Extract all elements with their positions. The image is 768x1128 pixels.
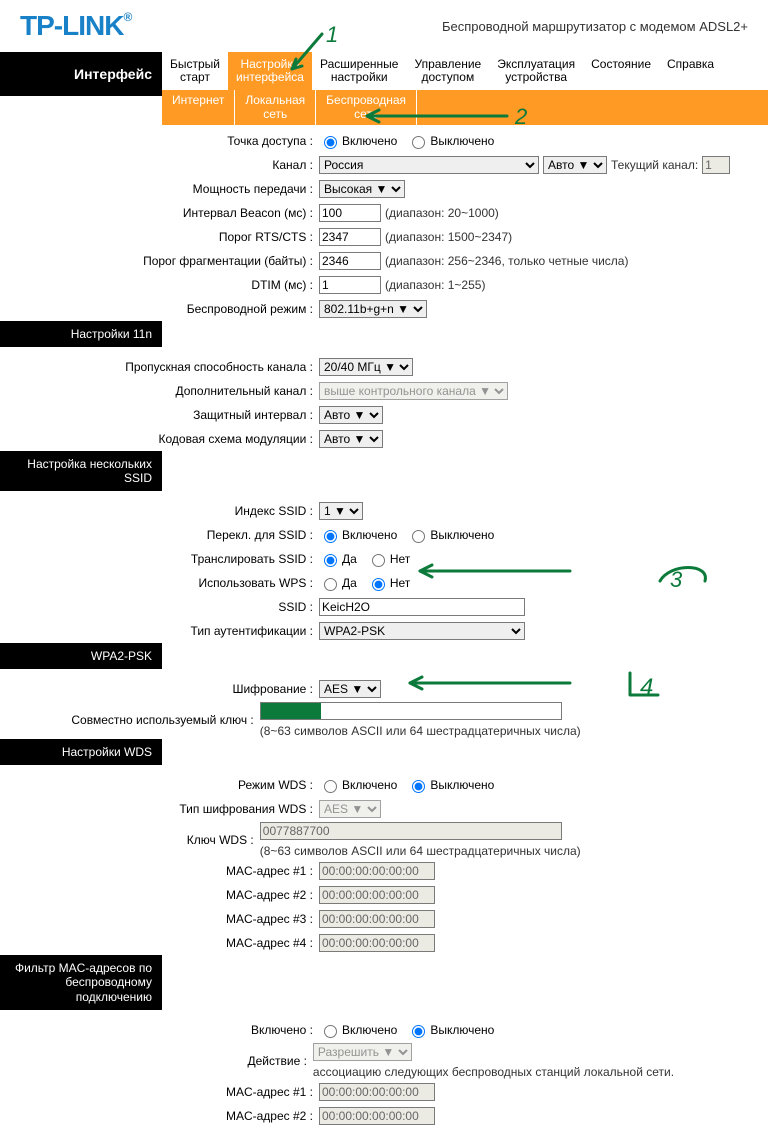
wds-mac2-input <box>319 886 435 904</box>
nav-interface-setup[interactable]: Настройка интерфейса <box>228 52 312 90</box>
label-ssid: SSID : <box>0 600 319 614</box>
label-use-wps: Использовать WPS : <box>0 576 319 590</box>
guard-interval-select[interactable]: Авто ▼ <box>319 406 383 424</box>
label-access-point: Точка доступа : <box>0 134 319 148</box>
label-mf-mac2: MAC-адрес #2 : <box>0 1109 319 1123</box>
label-mf-mac1: MAC-адрес #1 : <box>0 1085 319 1099</box>
wds-key-input <box>260 822 562 840</box>
section-wpa2psk: WPA2-PSK <box>0 643 162 669</box>
ap-on-radio[interactable] <box>324 136 337 149</box>
bandwidth-select[interactable]: 20/40 МГц ▼ <box>319 358 413 376</box>
wds-mac1-input <box>319 862 435 880</box>
frag-input[interactable] <box>319 252 381 270</box>
beacon-input[interactable] <box>319 204 381 222</box>
label-mf-enabled: Включено : <box>0 1023 319 1037</box>
subnav-lan[interactable]: Локальная сеть <box>235 90 316 124</box>
section-mac-filter: Фильтр MAC-адресов по беспроводному подк… <box>0 955 162 1010</box>
ap-off-radio[interactable] <box>412 136 425 149</box>
section-11n: Настройки 11n <box>0 321 162 347</box>
broadcast-yes[interactable] <box>324 554 337 567</box>
encryption-select[interactable]: AES ▼ <box>319 680 381 698</box>
label-rts: Порог RTS/CTS : <box>0 230 319 244</box>
label-wireless-mode: Беспроводной режим : <box>0 302 319 316</box>
sub-nav: Интернет Локальная сеть Беспроводная сет… <box>162 90 768 124</box>
wds-mac3-input <box>319 910 435 928</box>
channel-select[interactable]: Авто ▼ <box>543 156 607 174</box>
label-dtim: DTIM (мс) : <box>0 278 319 292</box>
label-wds-mac1: MAC-адрес #1 : <box>0 864 319 878</box>
label-ssid-switch: Перекл. для SSID : <box>0 528 319 542</box>
wds-mac4-input <box>319 934 435 952</box>
label-wds-key: Ключ WDS : <box>0 833 260 847</box>
wireless-mode-select[interactable]: 802.11b+g+n ▼ <box>319 300 427 318</box>
current-channel-value <box>702 156 730 174</box>
label-wds-mac4: MAC-адрес #4 : <box>0 936 319 950</box>
mf-off[interactable] <box>412 1025 425 1038</box>
mcs-select[interactable]: Авто ▼ <box>319 430 383 448</box>
current-channel-label: Текущий канал: <box>611 158 698 172</box>
wps-no[interactable] <box>372 578 385 591</box>
nav-quick-start[interactable]: Быстрый старт <box>162 52 228 90</box>
label-tx-power: Мощность передачи : <box>0 182 319 196</box>
label-auth-type: Тип аутентификации : <box>0 624 319 638</box>
label-beacon: Интервал Beacon (мс) : <box>0 206 319 220</box>
top-nav: Быстрый старт Настройка интерфейса Расши… <box>162 52 768 90</box>
tx-power-select[interactable]: Высокая ▼ <box>319 180 405 198</box>
logo: TP-LINK® <box>20 10 131 42</box>
nav-maintenance[interactable]: Эксплуатация устройства <box>489 52 583 90</box>
section-wds: Настройки WDS <box>0 739 162 765</box>
label-psk: Совместно используемый ключ : <box>0 713 260 727</box>
label-wds-enc: Тип шифрования WDS : <box>0 802 319 816</box>
label-wds-mode: Режим WDS : <box>0 778 319 792</box>
sidebar-title-interface: Интерфейс <box>0 52 162 96</box>
label-mcs: Кодовая схема модуляции : <box>0 432 319 446</box>
wps-yes[interactable] <box>324 578 337 591</box>
subnav-wireless[interactable]: Беспроводная сеть <box>316 90 417 124</box>
ssid-index-select[interactable]: 1 ▼ <box>319 502 363 520</box>
wds-on[interactable] <box>324 780 337 793</box>
ssid-switch-on[interactable] <box>324 530 337 543</box>
device-subtitle: Беспроводной маршрутизатор с модемом ADS… <box>442 19 748 34</box>
broadcast-no[interactable] <box>372 554 385 567</box>
label-ssid-index: Индекс SSID : <box>0 504 319 518</box>
dtim-input[interactable] <box>319 276 381 294</box>
nav-status[interactable]: Состояние <box>583 52 659 90</box>
mf-mac1-input <box>319 1083 435 1101</box>
label-ext-channel: Дополнительный канал : <box>0 384 319 398</box>
nav-help[interactable]: Справка <box>659 52 722 90</box>
country-select[interactable]: Россия <box>319 156 539 174</box>
auth-select[interactable]: WPA2-PSK <box>319 622 525 640</box>
section-multi-ssid: Настройка нескольких SSID <box>0 451 162 491</box>
ssid-input[interactable] <box>319 598 525 616</box>
mf-on[interactable] <box>324 1025 337 1038</box>
ssid-switch-off[interactable] <box>412 530 425 543</box>
label-encryption: Шифрование : <box>0 682 319 696</box>
mf-action-select: Разрешить ▼ <box>313 1043 412 1061</box>
label-wds-mac2: MAC-адрес #2 : <box>0 888 319 902</box>
wds-off[interactable] <box>412 780 425 793</box>
mf-mac2-input <box>319 1107 435 1125</box>
redaction-mark <box>261 703 321 719</box>
rts-input[interactable] <box>319 228 381 246</box>
nav-advanced[interactable]: Расширенные настройки <box>312 52 407 90</box>
label-wds-mac3: MAC-адрес #3 : <box>0 912 319 926</box>
label-bandwidth: Пропускная способность канала : <box>0 360 319 374</box>
label-broadcast-ssid: Транслировать SSID : <box>0 552 319 566</box>
subnav-internet[interactable]: Интернет <box>162 90 235 124</box>
label-guard-interval: Защитный интервал : <box>0 408 319 422</box>
nav-access[interactable]: Управление доступом <box>406 52 489 90</box>
ext-channel-select: выше контрольного канала ▼ <box>319 382 508 400</box>
wds-enc-select: AES ▼ <box>319 800 381 818</box>
label-channel: Канал : <box>0 158 319 172</box>
label-frag: Порог фрагментации (байты) : <box>0 254 319 268</box>
label-mf-action: Действие : <box>0 1054 313 1068</box>
